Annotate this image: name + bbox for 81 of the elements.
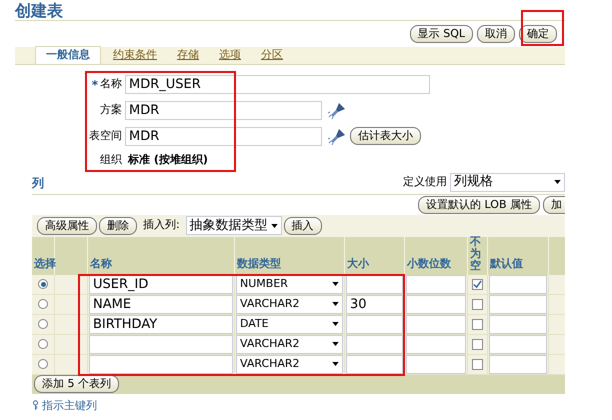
size-field[interactable]: 30 xyxy=(346,294,403,314)
default-field[interactable] xyxy=(489,294,547,314)
cancel-button[interactable]: 取消 xyxy=(477,25,515,43)
column-header: 名称 xyxy=(90,256,112,272)
scale-field[interactable] xyxy=(406,294,466,314)
flashlight-icon[interactable] xyxy=(328,126,348,146)
add-columns-button[interactable]: 添加 5 个表列 xyxy=(34,375,119,393)
name-field[interactable] xyxy=(89,354,233,374)
default-field[interactable] xyxy=(489,314,547,334)
scale-field[interactable] xyxy=(406,334,466,354)
key-icon xyxy=(32,400,39,412)
primary-key-link[interactable]: 指示主键列 xyxy=(42,398,97,414)
tab[interactable]: 选项 xyxy=(211,47,249,64)
size-field[interactable] xyxy=(346,354,403,374)
flashlight-icon[interactable] xyxy=(328,100,348,120)
lob-properties-button[interactable]: 设置默认的 LOB 属性 xyxy=(418,196,540,214)
radio-button[interactable] xyxy=(38,319,48,329)
caret-icon xyxy=(332,362,339,366)
scale-field[interactable] xyxy=(406,354,466,374)
insert-button[interactable]: 插入 xyxy=(284,216,322,234)
type-select[interactable]: VARCHAR2 xyxy=(236,334,343,354)
column-header: 大小 xyxy=(347,256,369,272)
radio-button[interactable] xyxy=(38,359,48,369)
delete-button[interactable]: 删除 xyxy=(99,216,137,234)
organization-value: 标准 (按堆组织) xyxy=(126,152,208,168)
field-label: 名称 xyxy=(100,76,122,92)
required-mark: * xyxy=(92,78,98,90)
insert-type-select[interactable]: 抽象数据类型 xyxy=(186,216,282,235)
name-field[interactable]: NAME xyxy=(89,294,233,314)
caret-icon xyxy=(270,224,278,228)
field-label: 组织 xyxy=(100,152,122,168)
field-label: 表空间 xyxy=(89,128,122,144)
tab[interactable]: 存储 xyxy=(169,47,207,64)
not-null-checkbox[interactable] xyxy=(472,298,483,310)
tablespace-field[interactable]: MDR xyxy=(125,126,322,146)
annotation-frame xyxy=(521,10,564,46)
page-title: 创建表 xyxy=(15,0,64,19)
name-field[interactable]: MDR_USER xyxy=(125,75,430,94)
not-null-checkbox[interactable] xyxy=(472,318,483,330)
default-field[interactable] xyxy=(489,354,547,374)
caret-icon xyxy=(554,180,561,184)
caret-icon xyxy=(332,282,339,286)
show-sql-button[interactable]: 显示 SQL xyxy=(410,25,473,43)
default-field[interactable] xyxy=(489,274,547,294)
tab[interactable]: 一般信息 xyxy=(35,46,101,64)
type-select[interactable]: VARCHAR2 xyxy=(236,294,343,314)
schema-field[interactable]: MDR xyxy=(125,100,322,120)
define-select[interactable]: 列规格 xyxy=(450,172,565,192)
scale-field[interactable] xyxy=(406,314,466,334)
column-header: 选择 xyxy=(34,256,56,272)
default-field[interactable] xyxy=(489,334,547,354)
ok-button[interactable]: 确定 xyxy=(519,25,557,43)
radio-button[interactable] xyxy=(38,279,48,289)
button[interactable]: 加 xyxy=(543,196,565,214)
name-field[interactable] xyxy=(89,334,233,354)
not-null-checkbox[interactable] xyxy=(472,338,483,350)
not-null-checkbox[interactable] xyxy=(472,278,483,290)
column-header: 小数位数 xyxy=(407,256,451,272)
caret-icon xyxy=(332,342,339,346)
size-field[interactable] xyxy=(346,314,403,334)
tab[interactable]: 分区 xyxy=(253,47,291,64)
column-header: 不为空 xyxy=(470,236,481,272)
column-header: 数据类型 xyxy=(237,256,281,272)
scale-field[interactable] xyxy=(406,274,466,294)
column-header: 默认值 xyxy=(490,256,523,272)
field-label: 方案 xyxy=(100,102,122,118)
tab[interactable]: 约束条件 xyxy=(105,47,165,64)
size-field[interactable] xyxy=(346,334,403,354)
radio-button[interactable] xyxy=(38,299,48,309)
estimate-size-button[interactable]: 估计表大小 xyxy=(350,127,421,145)
name-field[interactable]: BIRTHDAY xyxy=(89,314,233,334)
field-label: 插入列: xyxy=(143,217,180,234)
field-label: 定义使用 xyxy=(403,174,447,190)
caret-icon xyxy=(332,322,339,326)
caret-icon xyxy=(332,302,339,306)
advanced-properties-button[interactable]: 高级属性 xyxy=(37,216,97,234)
radio-button[interactable] xyxy=(38,339,48,349)
section-heading: 列 xyxy=(32,174,44,192)
type-select[interactable]: DATE xyxy=(236,314,343,334)
type-select[interactable]: VARCHAR2 xyxy=(236,354,343,374)
not-null-checkbox[interactable] xyxy=(472,358,483,370)
